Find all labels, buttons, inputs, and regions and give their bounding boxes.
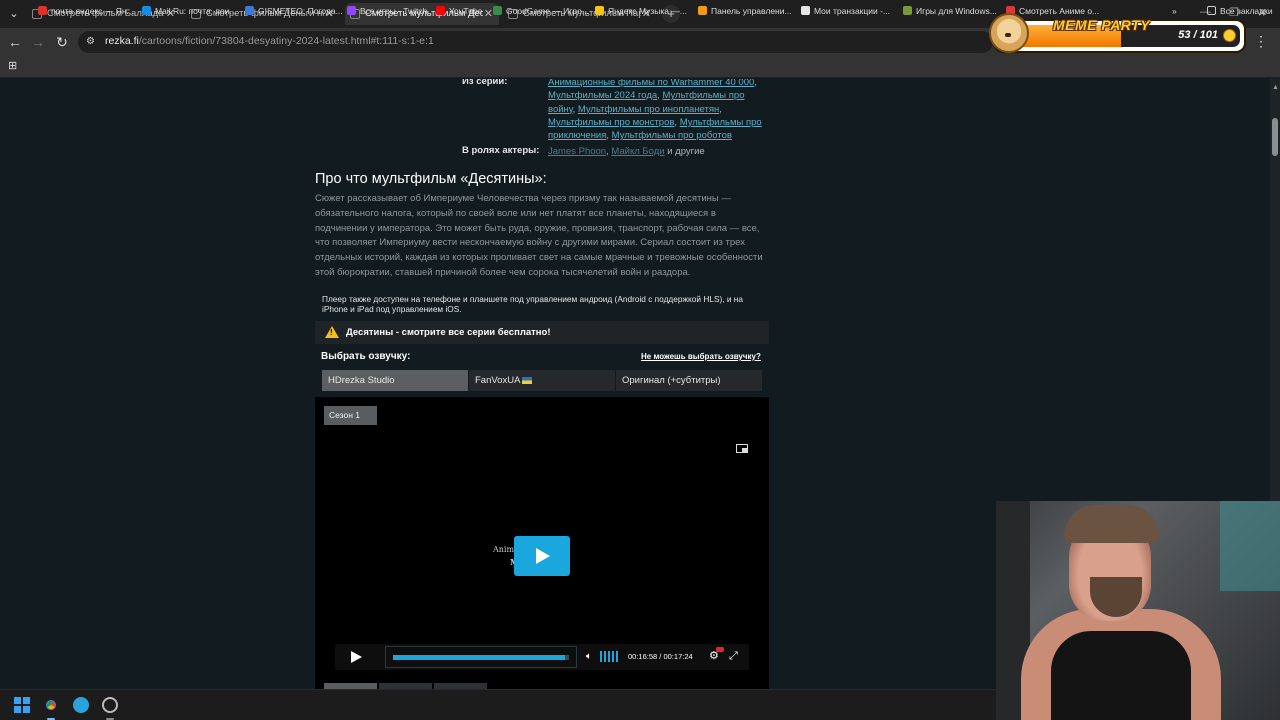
bookmark-item[interactable]: YouTube	[436, 4, 482, 18]
bookmark-item[interactable]: GoodGame — Игро...	[493, 4, 589, 18]
url-text: rezka.fi/cartoons/fiction/73804-desyatin…	[105, 35, 434, 47]
hd-badge-icon	[716, 647, 724, 652]
telegram-icon[interactable]	[73, 697, 89, 713]
chrome-icon[interactable]	[43, 697, 59, 713]
warning-text: Десятины - смотрите все серии бесплатно!	[346, 327, 551, 338]
tab-search-chevron-icon[interactable]: ⌄	[4, 4, 24, 24]
actors-label: В ролях актеры:	[462, 145, 540, 156]
video-player[interactable]: Сезон 1 Anim on by M N 🔈︎ 00:16:58 / 00:…	[315, 397, 769, 689]
obs-icon[interactable]	[102, 697, 118, 713]
warning-icon: !	[325, 326, 339, 338]
series-link[interactable]: Анимационные фильмы по Warhammer 40 000	[548, 79, 754, 88]
bookmark-item[interactable]: Панель управлени...	[698, 4, 792, 18]
windows-start-icon[interactable]	[14, 697, 30, 713]
apps-grid-icon[interactable]: ⊞	[8, 60, 20, 72]
seek-progress	[393, 655, 565, 660]
bookmark-item[interactable]: GISMETEO: Погода...	[245, 4, 343, 18]
bookmarks-overflow-icon[interactable]: »	[1172, 4, 1177, 18]
bookmark-favicon-icon	[347, 6, 356, 15]
scroll-up-icon[interactable]: ▲	[1272, 84, 1279, 91]
big-play-button[interactable]	[514, 536, 570, 576]
picture-in-picture-icon[interactable]	[736, 444, 748, 453]
voice-label: Выбрать озвучку:	[321, 351, 411, 362]
seek-remaining	[565, 655, 569, 660]
voice-help-link[interactable]: Не можешь выбрать озвучку?	[641, 352, 761, 361]
forward-icon[interactable]: →	[29, 33, 47, 51]
play-icon[interactable]	[351, 651, 362, 663]
about-title: Про что мультфильм «Десятины»:	[315, 171, 547, 187]
meme-progress-track: MEME PARTY 53 / 101	[1005, 17, 1240, 47]
bookmark-item[interactable]: Яндекс Музыка —...	[595, 4, 687, 18]
bookmark-favicon-icon	[436, 6, 445, 15]
doge-icon	[989, 13, 1029, 53]
voice-option-fanvoxua[interactable]: FanVoxUA	[469, 370, 615, 391]
bookmark-item[interactable]: Все игры - Twitch	[347, 4, 427, 18]
bookmark-favicon-icon	[595, 6, 604, 15]
all-bookmarks-button[interactable]: Все закладки	[1207, 4, 1273, 18]
actors-more: и другие	[667, 146, 705, 157]
volume-level[interactable]	[600, 651, 619, 662]
series-link[interactable]: Мультфильмы про инопланетян	[578, 104, 719, 115]
coin-icon	[1223, 29, 1236, 42]
series-link[interactable]: Мультфильмы про монстров	[548, 117, 674, 128]
actors-list: James Phoon, Майкл Боди и другие	[548, 146, 705, 157]
tab-close-icon[interactable]: ✕	[484, 3, 493, 25]
player-note: Плеер также доступен на телефоне и планш…	[322, 294, 743, 314]
volume-icon[interactable]: 🔈︎	[586, 651, 592, 663]
meme-count: 53 / 101	[1178, 29, 1218, 41]
bookmark-favicon-icon	[801, 6, 810, 15]
browser-menu-icon[interactable]: ⋮	[1254, 33, 1268, 50]
bookmarks-bar	[0, 56, 1280, 78]
webcam-light	[1220, 501, 1280, 591]
bookmark-item[interactable]: Игры для Windows...	[903, 4, 997, 18]
season-button[interactable]: Сезон 1	[324, 406, 377, 425]
about-description: Сюжет рассказывает об Империуме Человече…	[315, 193, 763, 278]
bookmark-favicon-icon	[493, 6, 502, 15]
bookmark-item[interactable]: Mail.Ru: почта, пои...	[142, 4, 237, 18]
webcam-overlay	[996, 501, 1280, 720]
bookmark-item[interactable]: Мои транзакции -...	[801, 4, 890, 18]
webcam-person-hair	[1064, 505, 1159, 543]
series-link[interactable]: Мультфильмы 2024 года	[548, 90, 657, 101]
bookmark-favicon-icon	[245, 6, 254, 15]
voice-option-hdrezka[interactable]: HDrezka Studio	[322, 370, 468, 391]
fullscreen-icon[interactable]: ⤢	[729, 650, 738, 662]
url-input[interactable]: ⚙ rezka.fi/cartoons/fiction/73804-desyat…	[78, 31, 993, 53]
series-label: Из серии:	[462, 79, 508, 87]
ukraine-flag-icon	[522, 376, 533, 384]
meme-party-widget: MEME PARTY 53 / 101	[989, 13, 1246, 53]
bookmark-item[interactable]: почта яндекс — Ян...	[38, 4, 134, 18]
actor-link[interactable]: Майкл Боди	[611, 146, 664, 157]
scrollbar-thumb[interactable]	[1272, 118, 1278, 156]
series-links: Анимационные фильмы по Warhammer 40 000,…	[548, 79, 762, 142]
taskbar	[0, 689, 996, 720]
meme-party-title: MEME PARTY	[1053, 17, 1151, 33]
bookmark-favicon-icon	[698, 6, 707, 15]
webcam-person-shirt	[1051, 631, 1191, 720]
voice-option-original[interactable]: Оригинал (+субтитры)	[616, 370, 762, 391]
player-controls: 🔈︎ 00:16:58 / 00:17:24 ⚙ ⤢	[335, 644, 749, 670]
seek-bar[interactable]	[385, 646, 577, 668]
back-icon[interactable]: ←	[6, 33, 24, 51]
bookmark-favicon-icon	[38, 6, 47, 15]
time-display: 00:16:58 / 00:17:24	[628, 652, 693, 661]
actor-link[interactable]: James Phoon	[548, 146, 606, 157]
series-link[interactable]: Мультфильмы про роботов	[612, 130, 732, 141]
bookmark-favicon-icon	[903, 6, 912, 15]
bookmark-favicon-icon	[142, 6, 151, 15]
warning-banner: ! Десятины - смотрите все серии бесплатн…	[315, 321, 769, 344]
site-info-icon[interactable]: ⚙	[86, 36, 98, 48]
reload-icon[interactable]: ↻	[53, 33, 71, 51]
folder-icon	[1207, 6, 1216, 15]
